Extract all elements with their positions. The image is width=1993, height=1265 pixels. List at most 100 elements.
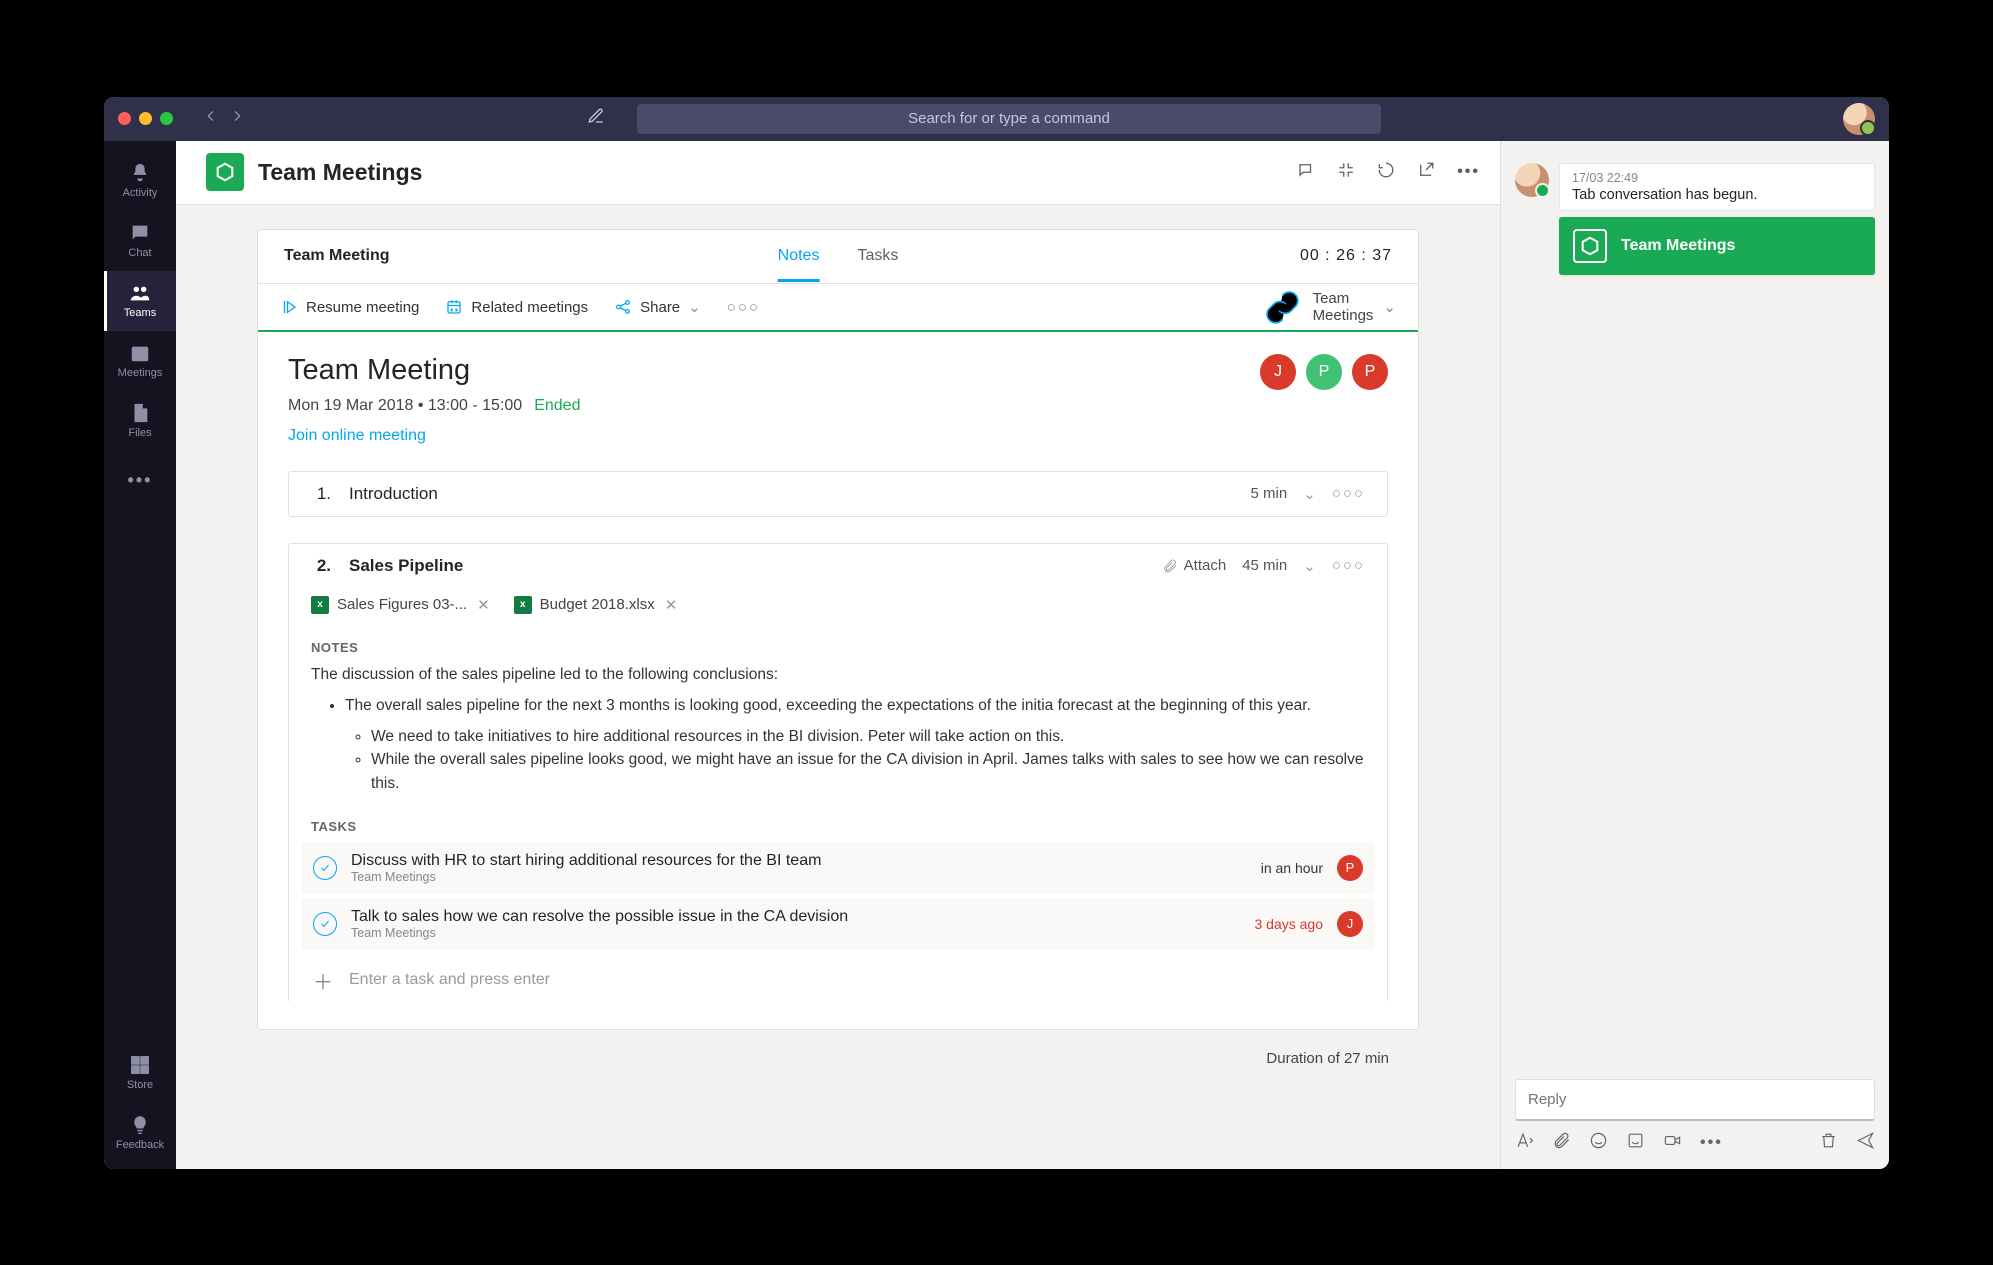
file-attachment[interactable]: x Budget 2018.xlsx ✕: [514, 596, 678, 614]
meeting-scroll-area[interactable]: Team Meeting Notes Tasks 00 : 26 : 37 Re…: [176, 205, 1500, 1169]
agenda-title[interactable]: Sales Pipeline: [349, 556, 463, 576]
rail-feedback[interactable]: Feedback: [104, 1109, 176, 1169]
rail-label: Meetings: [118, 367, 163, 379]
tab-notes[interactable]: Notes: [778, 247, 820, 282]
resume-meeting-button[interactable]: Resume meeting: [280, 298, 419, 316]
remove-attachment-icon[interactable]: ✕: [665, 596, 678, 614]
file-icon: [129, 402, 151, 424]
tab-tasks[interactable]: Tasks: [857, 247, 898, 282]
agenda-title[interactable]: Introduction: [349, 484, 438, 504]
task-assignee-avatar[interactable]: P: [1337, 855, 1363, 881]
title-bar: Search for or type a command: [104, 97, 1889, 141]
meeting-status: Ended: [534, 397, 580, 415]
agenda-item: 1. Introduction 5 min ⌄ ○○○: [288, 471, 1388, 517]
channel-header: Team Meetings •••: [176, 141, 1500, 205]
expand-conversation-icon[interactable]: [1297, 161, 1315, 184]
history-navigation: [203, 108, 245, 129]
store-icon: [129, 1054, 151, 1076]
meeting-name: Team Meeting: [284, 247, 390, 265]
lightbulb-icon: [129, 1114, 151, 1136]
task-row[interactable]: Discuss with HR to start hiring addition…: [301, 842, 1375, 894]
chat-icon: [129, 222, 151, 244]
rail-teams[interactable]: Teams: [104, 271, 176, 331]
remove-attachment-icon[interactable]: ✕: [477, 596, 490, 614]
current-user-avatar[interactable]: [1843, 103, 1875, 135]
task-due: 3 days ago: [1255, 916, 1324, 932]
rail-chat[interactable]: Chat: [104, 211, 176, 271]
attendee-avatar[interactable]: J: [1260, 354, 1296, 390]
chevron-down-icon[interactable]: ⌄: [1303, 557, 1316, 575]
agenda-more-icon[interactable]: ○○○: [1332, 485, 1365, 502]
attendee-avatar[interactable]: P: [1306, 354, 1342, 390]
rail-files[interactable]: Files: [104, 391, 176, 451]
paperclip-icon: [1162, 558, 1178, 574]
format-icon[interactable]: [1515, 1131, 1534, 1155]
bell-icon: [129, 162, 151, 184]
conversation-scroll[interactable]: 17/03 22:49 Tab conversation has begun. …: [1501, 141, 1889, 1069]
popout-icon[interactable]: [1417, 161, 1435, 184]
more-options-icon[interactable]: •••: [1457, 163, 1480, 181]
collapse-icon[interactable]: [1337, 161, 1355, 184]
forward-button[interactable]: [229, 108, 245, 129]
task-row[interactable]: Talk to sales how we can resolve the pos…: [301, 898, 1375, 950]
chevron-down-icon[interactable]: ⌄: [1303, 485, 1316, 503]
search-input[interactable]: Search for or type a command: [637, 104, 1381, 134]
chevron-down-icon: ⌄: [688, 298, 701, 316]
breadcrumb-link[interactable]: Team Meetings: [1313, 290, 1374, 324]
rail-label: Files: [128, 427, 151, 439]
attach-icon[interactable]: [1552, 1131, 1571, 1155]
attendee-avatar[interactable]: P: [1352, 354, 1388, 390]
task-complete-toggle[interactable]: [313, 856, 337, 880]
agenda-more-icon[interactable]: ○○○: [1332, 557, 1365, 574]
new-message-icon[interactable]: [587, 107, 605, 130]
excel-icon: x: [514, 596, 532, 614]
agenda-item: 2. Sales Pipeline Attach 45 min ⌄: [288, 543, 1388, 1001]
ellipsis-icon: •••: [128, 470, 153, 491]
toolbar-overflow-icon[interactable]: ○○○: [727, 299, 760, 316]
message: 17/03 22:49 Tab conversation has begun.: [1515, 163, 1875, 211]
message-avatar[interactable]: [1515, 163, 1549, 197]
rail-store[interactable]: Store: [104, 1049, 176, 1109]
send-icon[interactable]: [1856, 1131, 1875, 1155]
fullscreen-window-icon[interactable]: [160, 112, 173, 125]
delete-icon[interactable]: [1819, 1131, 1838, 1155]
rail-label: Chat: [128, 247, 151, 259]
play-icon: [280, 298, 298, 316]
meeting-timer: 00 : 26 : 37: [1300, 247, 1392, 265]
sticker-icon[interactable]: [1626, 1131, 1645, 1155]
tasks-section-label: TASKS: [311, 819, 1365, 834]
meeting-card: Team Meeting Notes Tasks 00 : 26 : 37 Re…: [257, 229, 1419, 1030]
meeting-toolbar: Resume meeting Related meetings Share ⌄: [258, 284, 1418, 332]
calendar-swap-icon: [445, 298, 463, 316]
file-attachment[interactable]: x Sales Figures 03-... ✕: [311, 596, 490, 614]
minimize-window-icon[interactable]: [139, 112, 152, 125]
rail-activity[interactable]: Activity: [104, 151, 176, 211]
meeting-datetime: Mon 19 Mar 2018 • 13:00 - 15:00: [288, 397, 522, 415]
attachment-row: x Sales Figures 03-... ✕ x Budget 2018.x…: [289, 588, 1387, 628]
compose-more-icon[interactable]: •••: [1700, 1134, 1723, 1152]
notes-content[interactable]: The discussion of the sales pipeline led…: [289, 663, 1387, 795]
meet-now-icon[interactable]: [1663, 1131, 1682, 1155]
refresh-icon[interactable]: [1377, 161, 1395, 184]
rail-more[interactable]: •••: [104, 451, 176, 511]
tab-card[interactable]: Team Meetings: [1559, 217, 1875, 275]
app-rail: Activity Chat Teams Meetings Files •••: [104, 141, 176, 1169]
rail-label: Feedback: [116, 1139, 164, 1151]
task-assignee-avatar[interactable]: J: [1337, 911, 1363, 937]
join-online-meeting-link[interactable]: Join online meeting: [288, 427, 580, 445]
task-project: Team Meetings: [351, 870, 1247, 884]
share-button[interactable]: Share ⌄: [614, 298, 701, 316]
task-complete-toggle[interactable]: [313, 912, 337, 936]
emoji-icon[interactable]: [1589, 1131, 1608, 1155]
agenda-duration: 45 min: [1242, 557, 1287, 574]
agenda-number: 2.: [311, 556, 331, 576]
link-icon: [1262, 287, 1303, 328]
reply-input[interactable]: [1515, 1079, 1875, 1121]
excel-icon: x: [311, 596, 329, 614]
attach-button[interactable]: Attach: [1162, 557, 1227, 574]
related-meetings-button[interactable]: Related meetings: [445, 298, 588, 316]
rail-meetings[interactable]: Meetings: [104, 331, 176, 391]
back-button[interactable]: [203, 108, 219, 129]
close-window-icon[interactable]: [118, 112, 131, 125]
add-task-input[interactable]: ＋ Enter a task and press enter: [289, 950, 1387, 1001]
